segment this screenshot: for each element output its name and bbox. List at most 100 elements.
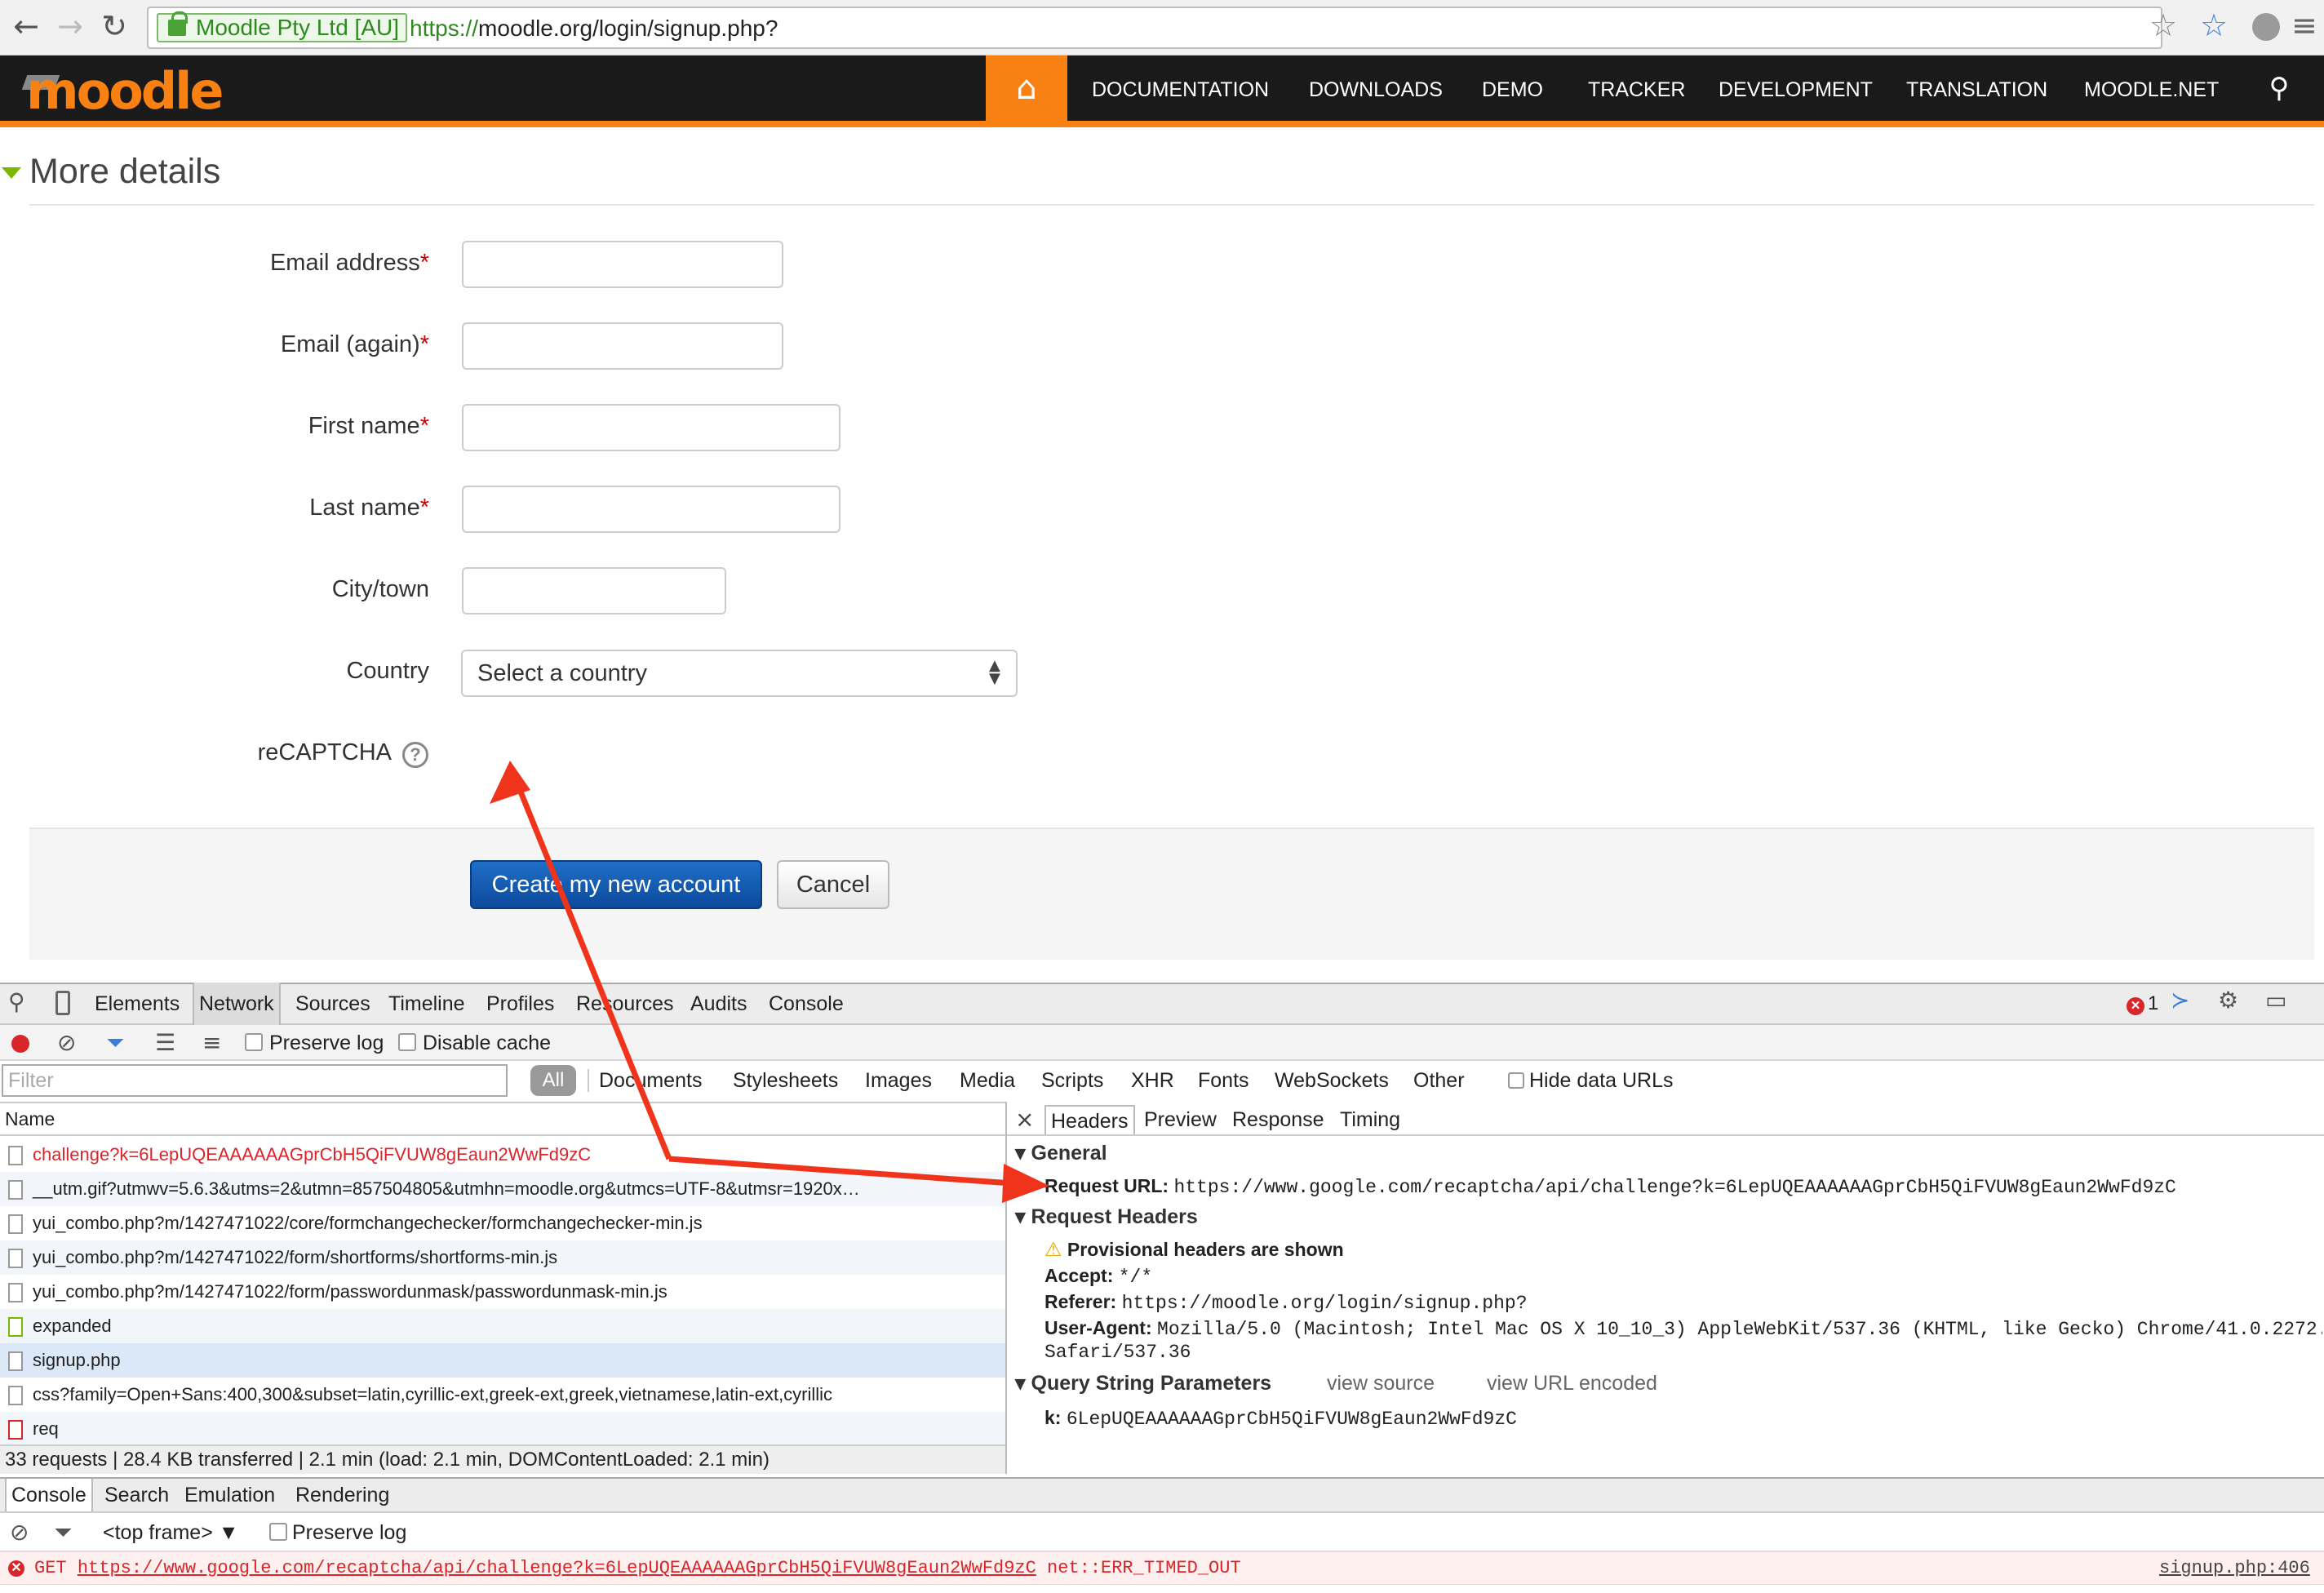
panel-splitter[interactable] [1005, 1102, 1007, 1474]
filter-documents[interactable]: Documents [599, 1064, 702, 1097]
detail-tab-preview[interactable]: Preview [1144, 1105, 1217, 1134]
tab-network[interactable]: Network [193, 983, 281, 1025]
tab-timeline[interactable]: Timeline [388, 983, 465, 1025]
email-again-input[interactable] [462, 322, 783, 370]
cancel-button[interactable]: Cancel [777, 860, 889, 909]
home-icon[interactable]: ⌂ [986, 55, 1067, 121]
extension-star-icon[interactable]: ☆ [2200, 7, 2228, 44]
nav-documentation[interactable]: DOCUMENTATION [1092, 55, 1269, 121]
clear-icon[interactable]: ⊘ [57, 1027, 76, 1059]
inspect-search-icon[interactable]: ⚲ [8, 986, 25, 1018]
request-row[interactable]: yui_combo.php?m/1427471022/core/formchan… [0, 1206, 1005, 1240]
request-row[interactable]: req [0, 1412, 1005, 1446]
bookmark-star-icon[interactable]: ☆ [2149, 7, 2177, 44]
hide-data-urls-checkbox[interactable] [1508, 1072, 1524, 1089]
filter-scripts[interactable]: Scripts [1041, 1064, 1103, 1097]
console-preserve-log-checkbox[interactable] [269, 1523, 287, 1541]
request-row[interactable]: __utm.gif?utmwv=5.6.3&utms=2&utmn=857504… [0, 1172, 1005, 1206]
address-bar[interactable]: Moodle Pty Ltd [AU] https://moodle.org/l… [147, 7, 2162, 49]
first-name-input[interactable] [462, 404, 840, 451]
tab-profiles[interactable]: Profiles [486, 983, 554, 1025]
tab-elements[interactable]: Elements [95, 983, 180, 1025]
ev-certificate-badge[interactable]: Moodle Pty Ltd [AU] [157, 11, 408, 42]
help-icon[interactable]: ? [402, 742, 428, 768]
nav-development[interactable]: DEVELOPMENT [1719, 55, 1873, 121]
clear-console-icon[interactable]: ⊘ [10, 1516, 29, 1549]
email-input[interactable] [462, 241, 783, 288]
settings-gear-icon[interactable]: ⚙ [2218, 984, 2238, 1017]
frame-selector[interactable]: <top frame> ▼ [103, 1516, 239, 1549]
filter-xhr[interactable]: XHR [1131, 1064, 1174, 1097]
name-column-header[interactable]: Name [0, 1102, 1005, 1136]
detail-tab-timing[interactable]: Timing [1340, 1105, 1400, 1134]
url-text[interactable]: https://moodle.org/login/signup.php? [410, 15, 778, 42]
error-source-link[interactable]: signup.php:406 [2159, 1554, 2310, 1583]
error-count-badge[interactable]: ✕ 1 [2127, 991, 2158, 1017]
last-name-input[interactable] [462, 486, 840, 533]
moodle-logo[interactable]: moodle [26, 62, 224, 121]
filter-websockets[interactable]: WebSockets [1275, 1064, 1389, 1097]
country-select[interactable]: Select a country [461, 650, 1018, 697]
overview-icon[interactable]: ≡ [202, 1027, 221, 1059]
view-url-encoded-link[interactable]: view URL encoded [1487, 1369, 1657, 1397]
request-row[interactable]: css?family=Open+Sans:400,300&subset=lati… [0, 1378, 1005, 1412]
annotation-arrow-up [507, 764, 672, 1160]
filter-media[interactable]: Media [960, 1064, 1015, 1097]
search-icon[interactable]: ⚲ [2259, 55, 2300, 121]
detail-tab-response[interactable]: Response [1232, 1105, 1324, 1134]
header-accent-bar [0, 121, 2324, 127]
request-row[interactable]: yui_combo.php?m/1427471022/form/shortfor… [0, 1240, 1005, 1275]
device-mode-icon[interactable] [55, 991, 70, 1015]
query-string-section[interactable]: ▾ Query String Parameters [1015, 1369, 1271, 1397]
section-title[interactable]: More details [29, 152, 220, 192]
general-section[interactable]: ▾ General [1015, 1139, 1107, 1167]
nav-moodle-net[interactable]: MOODLE.NET [2084, 55, 2219, 121]
preserve-log-checkbox[interactable] [245, 1033, 263, 1051]
console-filter-icon[interactable]: ⏷ [54, 1516, 72, 1549]
select-arrows-icon: ▲ ▼ [989, 657, 1000, 687]
detail-tab-headers[interactable]: Headers [1044, 1105, 1135, 1134]
disable-cache-label: Disable cache [423, 1032, 552, 1054]
create-account-button[interactable]: Create my new account [470, 860, 762, 909]
list-view-icon[interactable]: ☰ [155, 1027, 175, 1059]
filter-stylesheets[interactable]: Stylesheets [733, 1064, 838, 1097]
tab-console[interactable]: Console [769, 983, 844, 1025]
request-row[interactable]: challenge?k=6LepUQEAAAAAAGprCbH5QiFVUW8g… [0, 1138, 1005, 1172]
request-row[interactable]: yui_combo.php?m/1427471022/form/password… [0, 1275, 1005, 1309]
filter-input[interactable]: Filter [2, 1064, 508, 1097]
record-icon[interactable] [11, 1035, 29, 1053]
nav-demo[interactable]: DEMO [1482, 55, 1543, 121]
forward-arrow-icon[interactable]: → [52, 8, 88, 44]
console-drawer-icon[interactable]: ≻ [2171, 984, 2189, 1017]
filter-all[interactable]: All [530, 1065, 576, 1096]
disable-cache-checkbox[interactable] [398, 1033, 416, 1051]
tab-sources[interactable]: Sources [295, 983, 370, 1025]
request-row[interactable]: signup.php [0, 1343, 1005, 1378]
tab-resources[interactable]: Resources [576, 983, 674, 1025]
drawer-tab-rendering[interactable]: Rendering [295, 1479, 389, 1511]
collapse-triangle-icon[interactable] [2, 167, 21, 179]
dock-side-icon[interactable]: ▭ [2265, 984, 2286, 1017]
drawer-tab-console[interactable]: Console [5, 1479, 93, 1511]
request-row[interactable]: expanded [0, 1309, 1005, 1343]
filter-fonts[interactable]: Fonts [1198, 1064, 1249, 1097]
request-headers-section[interactable]: ▾ Request Headers [1015, 1203, 1198, 1231]
error-url-link[interactable]: https://www.google.com/recaptcha/api/cha… [78, 1558, 1036, 1578]
back-arrow-icon[interactable]: ← [8, 8, 44, 44]
nav-tracker[interactable]: TRACKER [1588, 55, 1685, 121]
nav-downloads[interactable]: DOWNLOADS [1309, 55, 1443, 121]
city-input[interactable] [462, 567, 726, 615]
filter-other[interactable]: Other [1413, 1064, 1465, 1097]
tab-audits[interactable]: Audits [690, 983, 747, 1025]
close-icon[interactable]: × [1015, 1103, 1034, 1136]
filter-divider [588, 1069, 589, 1092]
filter-funnel-icon[interactable]: ⏷ [106, 1027, 124, 1059]
filter-images[interactable]: Images [865, 1064, 932, 1097]
drawer-tab-search[interactable]: Search [104, 1479, 169, 1511]
menu-hamburger-icon[interactable]: ≡ [2291, 7, 2317, 44]
view-source-link[interactable]: view source [1327, 1369, 1435, 1397]
nav-translation[interactable]: TRANSLATION [1906, 55, 2047, 121]
profile-avatar-icon[interactable] [2252, 13, 2280, 41]
reload-icon[interactable]: ↻ [96, 8, 132, 44]
drawer-tab-emulation[interactable]: Emulation [184, 1479, 275, 1511]
